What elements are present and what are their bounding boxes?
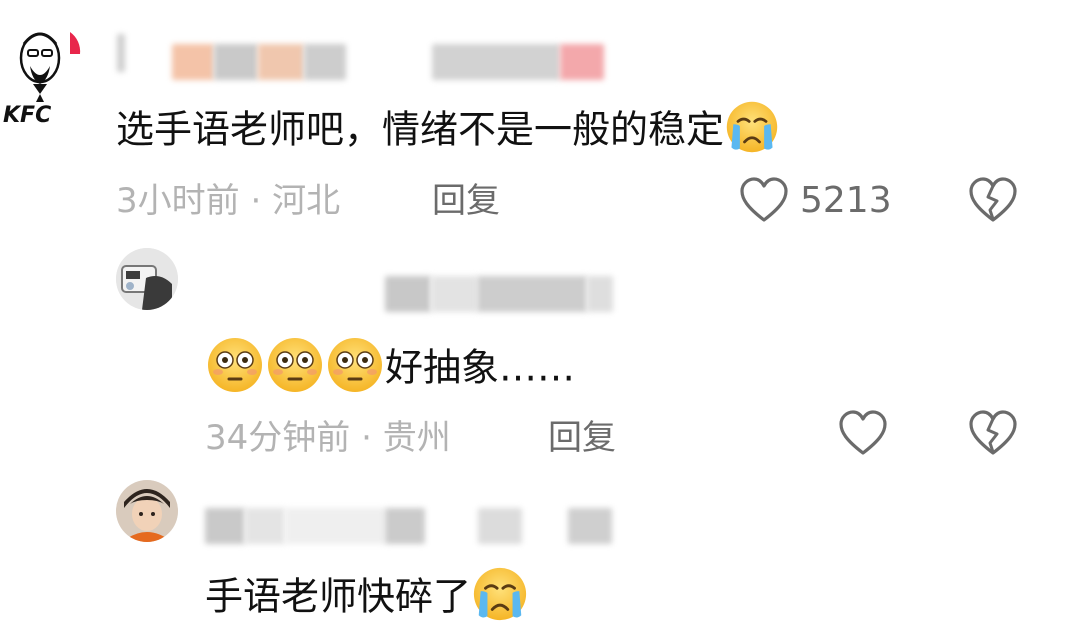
comment-meta: 3小时前 · 河北 [116,181,340,221]
kfc-logo-text: KFC [3,103,51,128]
comment-text: 选手语老师吧，情绪不是一般的稳定 [116,99,780,165]
comment-location: 河北 [272,181,341,221]
like-heart-icon[interactable] [838,410,888,456]
comment-text: 手语老师快碎了 [205,565,529,633]
reply-button[interactable]: 回复 [432,181,500,221]
avatar[interactable] [116,480,178,542]
meta-separator: · [361,418,372,458]
kfc-logo-icon: KFC [3,32,81,128]
crying-emoji-icon [724,99,780,165]
avatar-photo-icon [116,480,178,542]
dislike-broken-heart-icon[interactable] [968,177,1018,223]
comment-meta: 34分钟前 · 贵州 [205,418,451,458]
comment-text-body: 选手语老师吧，情绪不是一般的稳定 [116,107,725,152]
comment-time: 34分钟前 [205,418,351,458]
avatar[interactable] [116,248,178,310]
comment-text-body: 好抽象…… [385,345,576,390]
like-count: 5213 [800,180,892,221]
reply-button[interactable]: 回复 [548,418,616,458]
comment-location: 贵州 [382,418,451,458]
avatar-photo-icon [116,248,178,310]
comment-time: 3小时前 [116,181,240,221]
meta-separator: · [250,181,262,221]
flushed-emoji-icon [325,335,385,405]
dislike-broken-heart-icon[interactable] [968,410,1018,456]
avatar[interactable]: KFC [0,14,86,132]
like-heart-icon[interactable] [739,177,789,223]
flushed-emoji-icon [205,335,265,405]
comment-text-body: 手语老师快碎了 [205,574,472,619]
crying-emoji-icon [471,565,529,633]
comment-text: 好抽象…… [205,335,575,405]
flushed-emoji-icon [265,335,325,405]
